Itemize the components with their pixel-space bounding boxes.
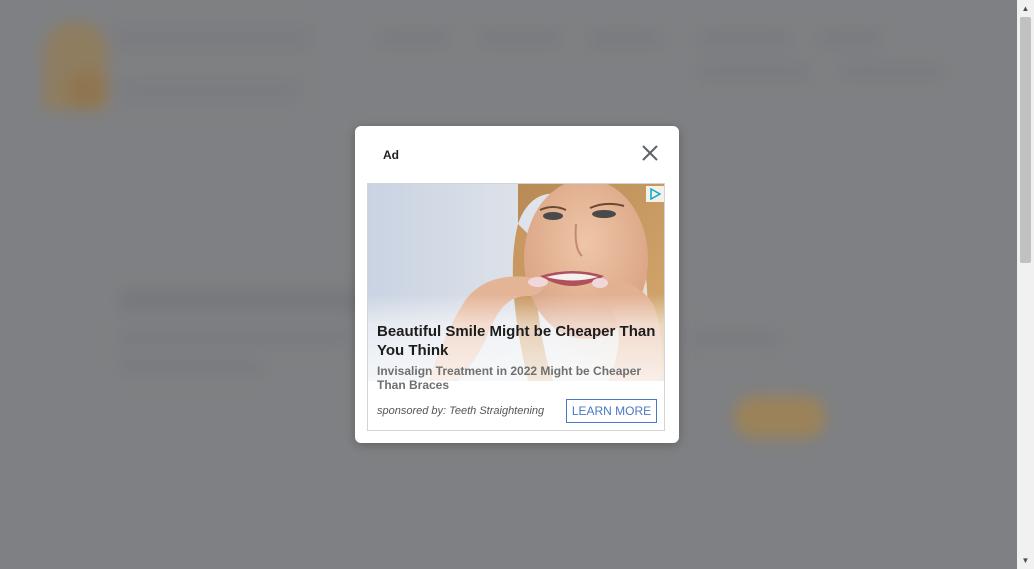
ad-description[interactable]: Invisalign Treatment in 2022 Might be Ch… (377, 364, 657, 392)
page-scrollbar[interactable]: ▲ ▼ (1017, 0, 1034, 569)
close-icon[interactable] (639, 142, 661, 164)
nav-item (700, 30, 790, 48)
ad-sponsor: sponsored by: Teeth Straightening (377, 405, 545, 417)
text-line (120, 360, 260, 374)
arrow-down-icon[interactable]: ▼ (1017, 552, 1034, 569)
text-line (690, 332, 780, 346)
nav-item (590, 30, 660, 48)
ad-label: Ad (383, 148, 399, 162)
adchoices-icon[interactable] (646, 186, 664, 202)
nav-item (700, 64, 810, 80)
ad-modal: Ad Beautiful Smile Might be Cheaper Than… (355, 126, 679, 443)
ad-headline[interactable]: Beautiful Smile Might be Cheaper Than Yo… (377, 322, 657, 360)
nav-item (820, 30, 880, 48)
site-logo-text (114, 26, 310, 50)
text-line (120, 330, 350, 344)
nav-item (840, 64, 940, 80)
arrow-up-icon[interactable]: ▲ (1017, 0, 1034, 17)
site-tagline (120, 80, 300, 102)
site-logo-accent (66, 70, 108, 110)
ad-creative[interactable]: Beautiful Smile Might be Cheaper Than Yo… (367, 183, 665, 431)
nav-item (480, 30, 560, 48)
learn-more-button[interactable]: LEARN MORE (566, 399, 657, 423)
blurred-cta-button (734, 396, 826, 438)
scroll-thumb[interactable] (1020, 17, 1031, 263)
nav-item (378, 30, 448, 48)
